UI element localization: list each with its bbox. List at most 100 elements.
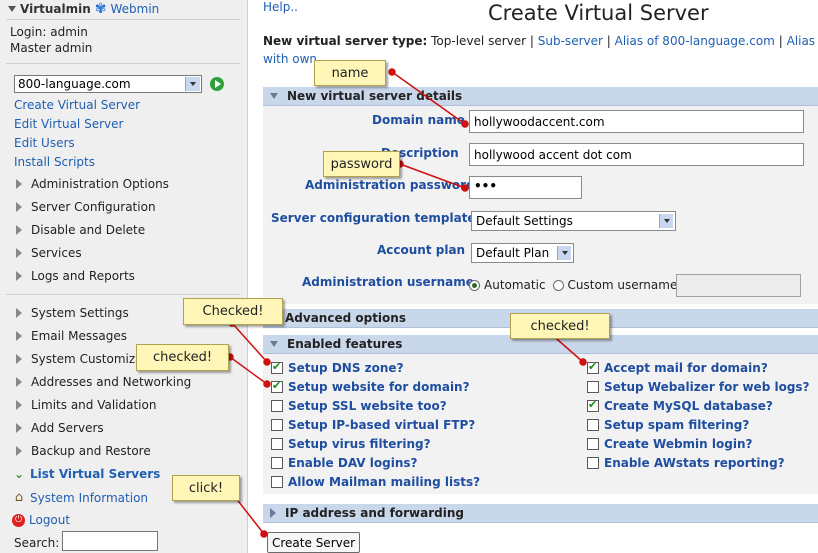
server-type-line: New virtual server type: Top-level serve… [263,34,818,48]
arrow-dot [388,68,396,76]
menu-logs-and-reports[interactable]: Logs and Reports [16,269,135,283]
home-icon: ⌂ [14,490,24,505]
checkbox[interactable] [587,381,599,393]
sidebar: Virtualmin ✾ Webmin Login: admin Master … [0,0,248,553]
menu-list-virtual-servers[interactable]: ⌄ List Virtual Servers [12,467,160,481]
link-edit-virtual-server[interactable]: Edit Virtual Server [14,117,123,131]
menu-add-servers[interactable]: Add Servers [16,421,104,435]
section-ip-header[interactable]: IP address and forwarding [263,503,818,523]
checkbox[interactable] [271,457,283,469]
feature-virus[interactable]: Setup virus filtering? [271,437,431,451]
checkbox[interactable] [587,438,599,450]
template-label: Server configuration template [271,211,476,225]
admin-username-options: Automatic Custom username [469,278,677,292]
dropdown-arrow-icon[interactable] [185,77,200,91]
link-create-virtual-server[interactable]: Create Virtual Server [14,98,140,112]
checkbox[interactable] [587,360,599,374]
webmin-logo-icon: ✾ [94,1,107,17]
menu-logout[interactable]: ⏻ Logout [12,513,70,527]
expand-icon [16,400,22,410]
virtualmin-tab[interactable]: Virtualmin [20,2,91,16]
domain-select[interactable]: 800-language.com [14,75,202,93]
feature-awstats[interactable]: Enable AWstats reporting? [587,456,785,470]
search-label: Search: [14,536,60,550]
feature-website[interactable]: Setup website for domain? [271,379,470,394]
menu-backup-and-restore[interactable]: Backup and Restore [16,444,151,458]
checkbox[interactable] [271,476,283,488]
menu-services[interactable]: Services [16,246,82,260]
radio-automatic[interactable] [469,279,480,291]
menu-server-configuration[interactable]: Server Configuration [16,200,156,214]
section-details-header[interactable]: New virtual server details [263,86,818,106]
create-server-button[interactable]: Create Server [267,532,361,553]
checkbox[interactable] [271,419,283,431]
search-input[interactable] [62,531,158,551]
admin-username-label: Administration username [302,275,474,289]
menu-email-messages[interactable]: Email Messages [16,329,127,343]
custom-username-input[interactable] [676,274,801,297]
feature-dns[interactable]: Setup DNS zone? [271,360,404,375]
checkbox[interactable] [587,398,599,412]
expand-icon [16,331,22,341]
divider [6,19,240,20]
divider [6,294,240,295]
help-link[interactable]: Help.. [263,0,298,14]
expand-icon [270,508,276,518]
menu-addresses-and-networking[interactable]: Addresses and Networking [16,375,191,389]
menu-system-settings[interactable]: System Settings [16,306,129,320]
checkbox[interactable] [271,400,283,412]
menu-disable-and-delete[interactable]: Disable and Delete [16,223,145,237]
link-install-scripts[interactable]: Install Scripts [14,155,95,169]
callout-name: name [314,60,386,86]
server-type-continued[interactable]: with own [263,52,317,66]
password-input[interactable]: ••• [469,176,582,199]
feature-mailman[interactable]: Allow Mailman mailing lists? [271,475,480,489]
collapse-icon [270,93,278,99]
go-button[interactable] [210,77,224,91]
dropdown-arrow-icon[interactable] [557,246,571,260]
feature-dav[interactable]: Enable DAV logins? [271,456,417,470]
dropdown-arrow-icon[interactable] [659,214,673,228]
account-plan-label: Account plan [377,243,466,257]
description-input[interactable]: hollywood accent dot com [469,143,804,166]
expand-icon [16,354,22,364]
menu-administration-options[interactable]: Administration Options [16,177,169,191]
password-label: Administration password [305,178,475,192]
callout-click: click! [172,475,240,501]
chevron-down-icon: ⌄ [13,467,25,481]
webmin-tab[interactable]: Webmin [111,2,160,16]
brand-bar[interactable]: Virtualmin ✾ Webmin [8,1,159,17]
checkbox[interactable] [271,360,283,374]
expand-icon [16,423,22,433]
feature-webmin-login[interactable]: Create Webmin login? [587,437,752,451]
checkbox[interactable] [587,457,599,469]
collapse-icon [270,341,278,347]
server-type-sub-server[interactable]: Sub-server [538,34,603,48]
chevron-down-icon [8,6,16,12]
feature-ftp[interactable]: Setup IP-based virtual FTP? [271,418,475,432]
feature-mail[interactable]: Accept mail for domain? [587,360,768,375]
account-plan-select[interactable]: Default Plan [471,243,574,263]
radio-custom-username[interactable] [552,279,564,291]
server-type-alias-2[interactable]: Alias of 800 [787,34,818,48]
feature-spam[interactable]: Setup spam filtering? [587,418,749,432]
template-select[interactable]: Default Settings [471,211,676,231]
checkbox[interactable] [271,379,283,393]
checkbox[interactable] [587,419,599,431]
expand-icon [16,446,22,456]
domain-name-label: Domain name [372,113,465,127]
feature-ssl[interactable]: Setup SSL website too? [271,399,447,413]
server-type-alias[interactable]: Alias of 800-language.com [615,34,775,48]
link-edit-users[interactable]: Edit Users [14,136,75,150]
domain-select-value: 800-language.com [18,77,131,91]
checkbox[interactable] [271,438,283,450]
domain-name-input[interactable]: hollywoodaccent.com [469,110,804,133]
feature-mysql[interactable]: Create MySQL database? [587,398,773,413]
feature-webalizer[interactable]: Setup Webalizer for web logs? [587,380,810,394]
expand-icon [16,202,22,212]
expand-icon [16,225,22,235]
callout-checked-1: Checked! [183,298,283,325]
menu-limits-and-validation[interactable]: Limits and Validation [16,398,156,412]
expand-icon [16,271,22,281]
menu-system-information[interactable]: ⌂ System Information [12,490,148,505]
